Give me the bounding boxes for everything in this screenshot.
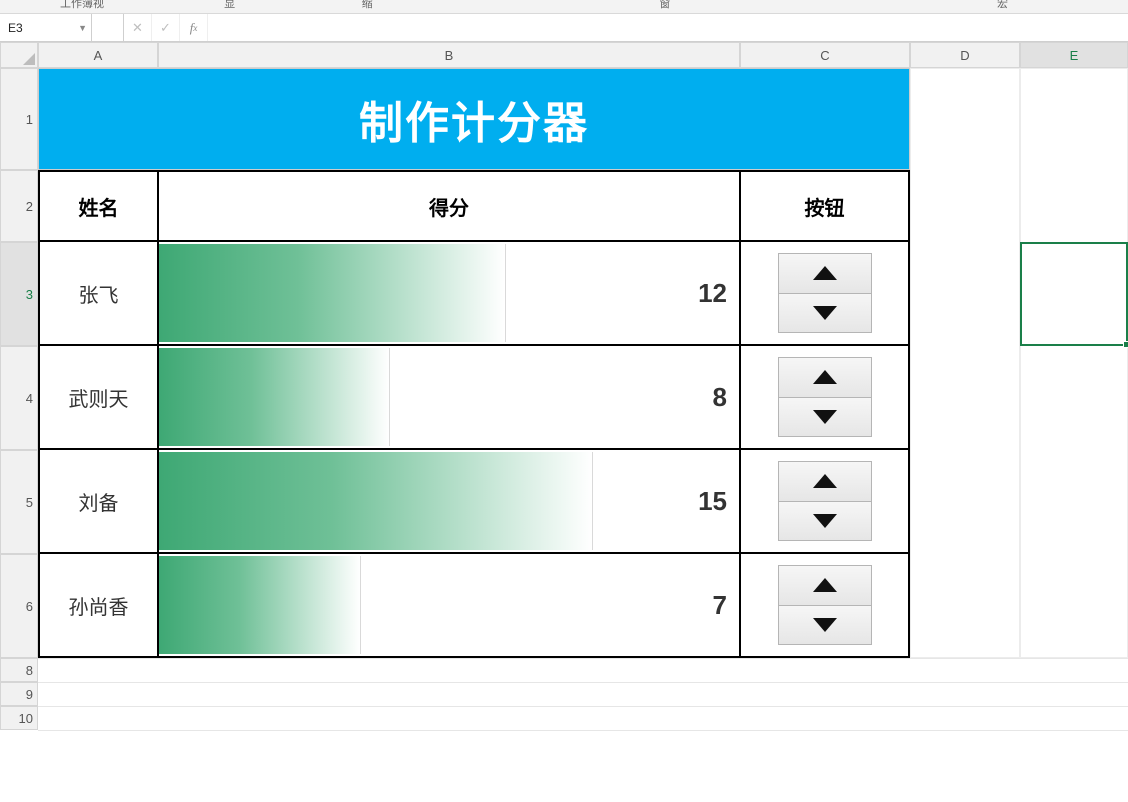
databar xyxy=(159,452,593,550)
triangle-up-icon xyxy=(813,474,837,488)
row-header-4[interactable]: 4 xyxy=(0,346,38,450)
select-all-corner[interactable] xyxy=(0,42,38,68)
empty-row[interactable] xyxy=(38,658,1128,682)
cell-score[interactable]: 12 xyxy=(158,242,740,346)
cell-score[interactable]: 8 xyxy=(158,346,740,450)
row-header-9[interactable]: 9 xyxy=(0,682,38,706)
formula-bar: E3 ▼ ✕ ✓ fx xyxy=(0,14,1128,42)
spinner-down-button[interactable] xyxy=(778,397,872,438)
confirm-formula-button[interactable]: ✓ xyxy=(152,14,180,41)
cell-name[interactable]: 张飞 xyxy=(38,242,158,346)
col-header-a[interactable]: A xyxy=(38,42,158,68)
cell-name[interactable]: 刘备 xyxy=(38,450,158,554)
score-value: 12 xyxy=(698,278,727,309)
cell-name[interactable]: 孙尚香 xyxy=(38,554,158,658)
col-header-b[interactable]: B xyxy=(158,42,740,68)
title-cell[interactable]: 制作计分器 xyxy=(38,68,910,170)
cell-button xyxy=(740,242,910,346)
empty-row[interactable] xyxy=(38,730,1128,754)
header-cell-name[interactable]: 姓名 xyxy=(38,170,158,242)
spinner-control xyxy=(778,461,872,541)
row-header-10[interactable]: 10 xyxy=(0,706,38,730)
row-header-3[interactable]: 3 xyxy=(0,242,38,346)
databar xyxy=(159,556,361,654)
triangle-up-icon xyxy=(813,578,837,592)
row-header-1[interactable]: 1 xyxy=(0,68,38,170)
formula-bar-divider xyxy=(92,14,124,41)
ribbon-group-labels: 工作簿视图 显示 缩放 窗口 宏 xyxy=(0,0,1128,14)
row-header-6[interactable]: 6 xyxy=(0,554,38,658)
spinner-up-button[interactable] xyxy=(778,565,872,606)
insert-function-button[interactable]: fx xyxy=(180,14,208,41)
databar xyxy=(159,244,506,342)
col-header-d[interactable]: D xyxy=(910,42,1020,68)
empty-cell-range-d[interactable] xyxy=(910,68,1020,658)
row-header-8[interactable]: 8 xyxy=(0,658,38,682)
spinner-control xyxy=(778,253,872,333)
row-header-2[interactable]: 2 xyxy=(0,170,38,242)
spinner-down-button[interactable] xyxy=(778,501,872,542)
spinner-up-button[interactable] xyxy=(778,357,872,398)
spinner-control xyxy=(778,565,872,645)
col-header-c[interactable]: C xyxy=(740,42,910,68)
triangle-up-icon xyxy=(813,266,837,280)
cell-button xyxy=(740,346,910,450)
empty-row[interactable] xyxy=(38,706,1128,730)
ribbon-label: 显示 xyxy=(224,0,242,14)
cell-button xyxy=(740,554,910,658)
ribbon-label: 宏 xyxy=(997,0,1008,11)
spreadsheet-grid[interactable]: A B C D E 1 2 3 4 5 6 8 9 10 制作计分器 姓名 得分… xyxy=(0,42,1128,800)
cancel-formula-button[interactable]: ✕ xyxy=(124,14,152,41)
ribbon-label: 窗口 xyxy=(659,0,677,14)
triangle-up-icon xyxy=(813,370,837,384)
cell-score[interactable]: 7 xyxy=(158,554,740,658)
score-value: 7 xyxy=(713,590,727,621)
triangle-down-icon xyxy=(813,618,837,632)
spinner-down-button[interactable] xyxy=(778,605,872,646)
name-box-value: E3 xyxy=(8,21,23,35)
triangle-down-icon xyxy=(813,410,837,424)
spinner-control xyxy=(778,357,872,437)
empty-row[interactable] xyxy=(38,682,1128,706)
cell-name[interactable]: 武则天 xyxy=(38,346,158,450)
spinner-down-button[interactable] xyxy=(778,293,872,334)
cell-button xyxy=(740,450,910,554)
header-cell-score[interactable]: 得分 xyxy=(158,170,740,242)
col-header-e[interactable]: E xyxy=(1020,42,1128,68)
ribbon-label: 工作簿视图 xyxy=(60,0,104,14)
formula-input[interactable] xyxy=(208,14,1128,41)
empty-cell-range-e[interactable] xyxy=(1020,68,1128,658)
spinner-up-button[interactable] xyxy=(778,253,872,294)
cell-score[interactable]: 15 xyxy=(158,450,740,554)
row-header-5[interactable]: 5 xyxy=(0,450,38,554)
triangle-down-icon xyxy=(813,306,837,320)
triangle-down-icon xyxy=(813,514,837,528)
chevron-down-icon: ▼ xyxy=(78,23,87,33)
databar xyxy=(159,348,390,446)
score-value: 8 xyxy=(713,382,727,413)
name-box[interactable]: E3 ▼ xyxy=(0,14,92,41)
score-value: 15 xyxy=(698,486,727,517)
header-cell-button[interactable]: 按钮 xyxy=(740,170,910,242)
spinner-up-button[interactable] xyxy=(778,461,872,502)
ribbon-label: 缩放 xyxy=(362,0,380,14)
